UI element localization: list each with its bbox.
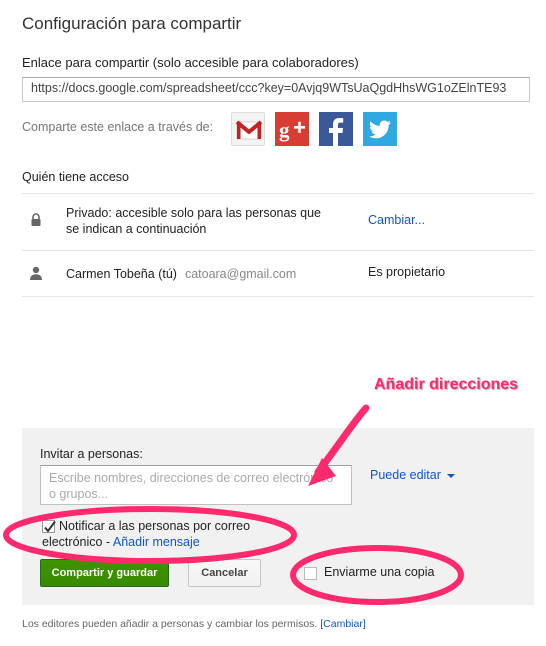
footer-change-link[interactable]: [Cambiar] xyxy=(320,618,366,630)
permission-dropdown[interactable]: Puede editar xyxy=(370,468,455,482)
lock-icon xyxy=(28,212,44,228)
footer-note: Los editores pueden añadir a personas y … xyxy=(22,618,366,630)
page-title: Configuración para compartir xyxy=(22,14,242,33)
owner-info: Carmen Tobeña (tú) catoara@gmail.com xyxy=(66,266,296,282)
footer-text: Los editores pueden añadir a personas y … xyxy=(22,618,318,630)
access-header: Quién tiene acceso xyxy=(22,170,130,184)
person-icon xyxy=(28,265,44,281)
access-row-owner: Carmen Tobeña (tú) catoara@gmail.com Es p… xyxy=(22,251,534,297)
gmail-icon[interactable] xyxy=(231,112,265,146)
add-message-link[interactable]: Añadir mensaje xyxy=(113,535,200,549)
google-plus-icon[interactable]: g xyxy=(275,112,309,146)
share-link-label: Enlace para compartir (solo accesible pa… xyxy=(22,55,359,70)
owner-email: catoara@gmail.com xyxy=(184,267,297,281)
notify-separator: - xyxy=(102,535,113,549)
invite-label: Invitar a personas: xyxy=(40,447,143,461)
access-row-privacy: Privado: accesible solo para las persona… xyxy=(22,193,534,251)
share-via-label: Comparte este enlace a través de: xyxy=(22,120,214,134)
twitter-icon[interactable] xyxy=(363,112,397,146)
send-copy-label: Enviarme una copia xyxy=(324,565,435,579)
send-copy-checkbox[interactable] xyxy=(304,567,317,580)
permission-label: Puede editar xyxy=(370,468,441,482)
annotation-label: Añadir direcciones xyxy=(374,376,519,393)
share-save-button[interactable]: Compartir y guardar xyxy=(40,559,169,587)
change-privacy-link[interactable]: Cambiar... xyxy=(368,213,425,227)
chevron-down-icon xyxy=(446,473,455,478)
owner-role: Es propietario xyxy=(368,265,446,279)
notify-text: Notificar a las personas por correo elec… xyxy=(42,518,282,550)
facebook-icon[interactable] xyxy=(319,112,353,146)
invite-panel: Invitar a personas: Escribe nombres, dir… xyxy=(22,428,534,605)
privacy-text: Privado: accesible solo para las persona… xyxy=(66,206,322,236)
owner-name: Carmen Tobeña (tú) xyxy=(66,267,177,281)
invite-input[interactable]: Escribe nombres, direcciones de correo e… xyxy=(40,465,352,505)
svg-text:g: g xyxy=(279,118,290,142)
cancel-button[interactable]: Cancelar xyxy=(188,559,261,587)
share-link-field[interactable]: https://docs.google.com/spreadsheet/ccc?… xyxy=(22,77,530,102)
